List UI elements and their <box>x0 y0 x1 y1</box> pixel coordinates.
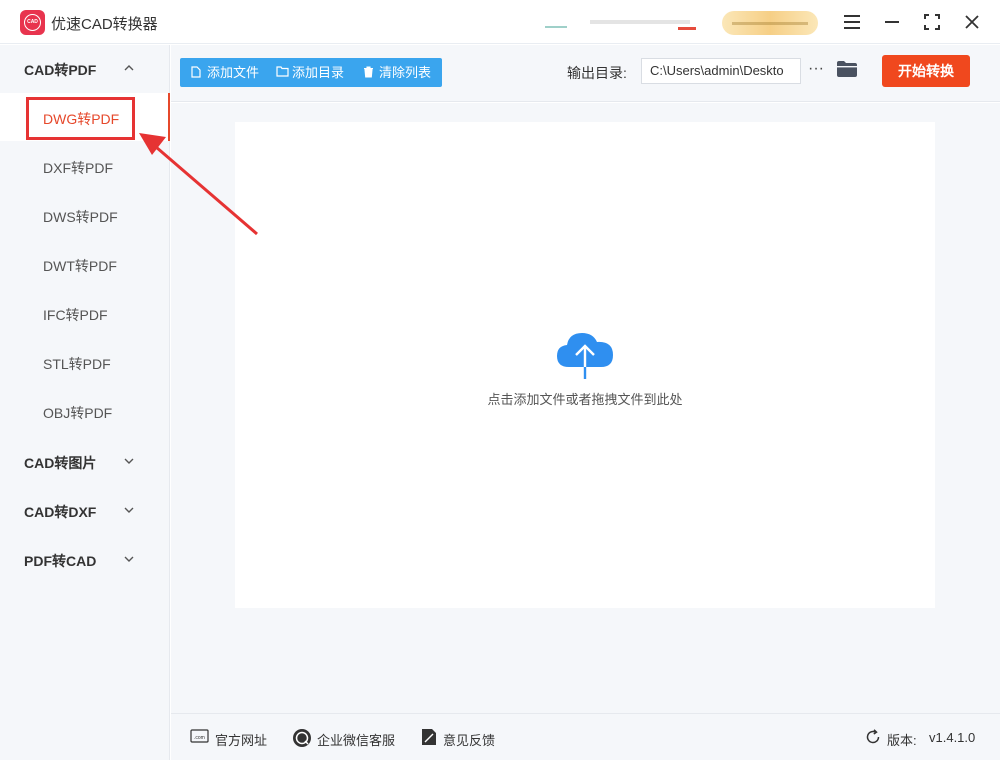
output-dir-field[interactable]: C:\Users\admin\Deskto <box>641 58 801 84</box>
maximize-icon <box>924 14 940 30</box>
folder-icon <box>837 61 857 77</box>
sidebar-item-obj-to-pdf[interactable]: OBJ转PDF <box>0 387 170 435</box>
chevron-down-icon <box>124 458 134 464</box>
sidebar-group-cad-to-image[interactable]: CAD转图片 <box>0 438 170 484</box>
add-folder-button[interactable]: 添加目录 <box>276 58 356 87</box>
feedback-label: 意见反馈 <box>443 733 496 748</box>
sidebar-item-dxf-to-pdf[interactable]: DXF转PDF <box>0 142 170 190</box>
app-logo: CAD <box>20 10 45 35</box>
refresh-icon[interactable] <box>865 729 881 745</box>
sidebar-group-label: CAD转图片 <box>24 455 97 471</box>
close-icon <box>965 15 979 29</box>
file-dropzone[interactable]: 点击添加文件或者拖拽文件到此处 <box>235 122 935 608</box>
dropzone-hint: 点击添加文件或者拖拽文件到此处 <box>487 392 683 407</box>
website-link[interactable]: .com 官方网址 <box>190 728 270 748</box>
sidebar-item-label: IFC转PDF <box>43 307 108 323</box>
minimize-icon <box>885 21 899 23</box>
sidebar-item-dwt-to-pdf[interactable]: DWT转PDF <box>0 240 170 288</box>
active-indicator <box>168 93 170 141</box>
minimize-button[interactable] <box>880 10 904 34</box>
chevron-down-icon <box>124 507 134 513</box>
clear-list-label: 清除列表 <box>379 65 432 80</box>
website-label: 官方网址 <box>215 733 268 748</box>
clear-list-button[interactable]: 清除列表 <box>363 58 441 87</box>
sidebar-item-label: STL转PDF <box>43 356 111 372</box>
feedback-link[interactable]: 意见反馈 <box>421 728 501 748</box>
start-convert-button[interactable]: 开始转换 <box>882 55 970 87</box>
website-icon: .com <box>190 729 209 743</box>
menu-icon <box>844 15 860 29</box>
sidebar-item-label: OBJ转PDF <box>43 405 113 421</box>
feedback-icon <box>422 729 436 745</box>
trash-icon <box>364 66 373 78</box>
wechat-service-link[interactable]: 企业微信客服 <box>292 728 396 748</box>
annotation-highlight-box <box>26 97 135 140</box>
version-value: v1.4.1.0 <box>929 730 976 745</box>
add-file-label: 添加文件 <box>207 65 260 80</box>
blurred-promo-badge[interactable] <box>722 11 818 35</box>
footer: .com 官方网址 企业微信客服 意见反馈 版本: v1.4.1.0 <box>171 713 1000 760</box>
logo-text: CAD <box>24 14 41 31</box>
add-file-button[interactable]: 添加文件 <box>191 58 269 87</box>
main-area: 点击添加文件或者拖拽文件到此处 <box>171 103 1000 713</box>
sidebar-item-dws-to-pdf[interactable]: DWS转PDF <box>0 191 170 239</box>
sidebar-item-label: DWS转PDF <box>43 209 118 225</box>
file-action-group: 添加文件 添加目录 清除列表 <box>180 58 442 87</box>
sidebar-group-pdf-to-cad[interactable]: PDF转CAD <box>0 536 170 582</box>
chevron-down-icon <box>124 556 134 562</box>
sidebar-group-cad-to-dxf[interactable]: CAD转DXF <box>0 487 170 533</box>
wechat-label: 企业微信客服 <box>317 733 396 748</box>
sidebar-group-label: PDF转CAD <box>24 553 97 569</box>
title-bar: CAD 优速CAD转换器 <box>0 0 1000 44</box>
sidebar-item-label: DWT转PDF <box>43 258 117 274</box>
cloud-upload-icon <box>557 333 613 379</box>
output-dir-label: 输出目录: <box>567 65 627 81</box>
sidebar-item-label: DXF转PDF <box>43 160 113 176</box>
sidebar-group-cad-to-pdf[interactable]: CAD转PDF <box>0 45 170 91</box>
wechat-icon <box>293 729 311 747</box>
add-folder-label: 添加目录 <box>292 65 345 80</box>
menu-button[interactable] <box>840 10 864 34</box>
sidebar-item-ifc-to-pdf[interactable]: IFC转PDF <box>0 289 170 337</box>
sidebar-item-stl-to-pdf[interactable]: STL转PDF <box>0 338 170 386</box>
app-title: 优速CAD转换器 <box>51 16 158 33</box>
sidebar-group-label: CAD转PDF <box>24 62 97 78</box>
folder-outline-icon <box>276 66 289 77</box>
maximize-button[interactable] <box>920 10 944 34</box>
version-label: 版本: <box>887 733 917 748</box>
toolbar: 添加文件 添加目录 清除列表 输出目录: C:\Users\admin\Desk… <box>171 45 1000 102</box>
svg-text:.com: .com <box>194 735 205 741</box>
close-button[interactable] <box>960 10 984 34</box>
chevron-up-icon <box>124 65 134 71</box>
browse-more-button[interactable]: ··· <box>806 58 826 84</box>
blurred-header-banner <box>545 14 696 30</box>
sidebar-group-label: CAD转DXF <box>24 504 97 520</box>
file-icon <box>191 66 201 78</box>
sidebar: CAD转PDF DWG转PDF DXF转PDF DWS转PDF DWT转PDF … <box>0 45 170 760</box>
open-folder-button[interactable] <box>836 60 858 82</box>
